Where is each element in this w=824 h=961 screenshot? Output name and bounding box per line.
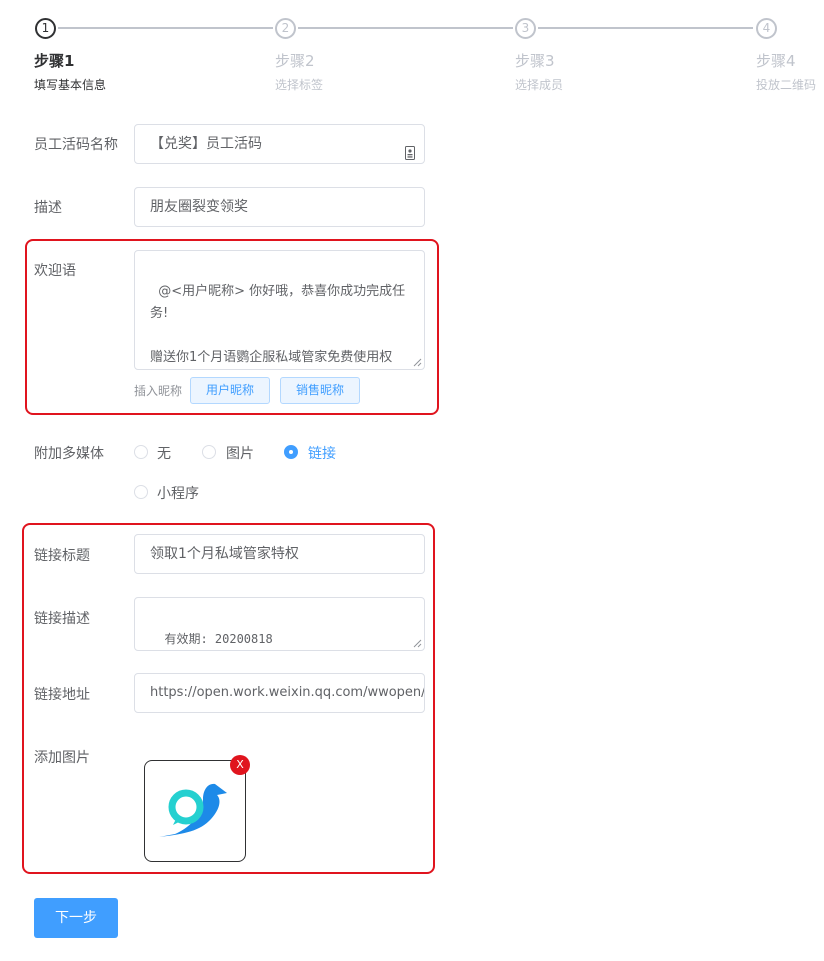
remove-image-button[interactable]: X (230, 755, 250, 775)
step-2-title: 步骤2 (275, 52, 315, 70)
radio-miniprogram[interactable] (134, 485, 148, 499)
resize-handle-icon[interactable] (413, 358, 422, 367)
brand-logo-icon (159, 783, 227, 837)
add-image-label: 添加图片 (34, 750, 90, 766)
insert-sales-nickname-button[interactable]: 销售昵称 (280, 377, 360, 404)
radio-miniprogram-label[interactable]: 小程序 (157, 483, 199, 503)
welcome-textarea[interactable]: @<用户昵称> 你好哦，恭喜你成功完成任务! 赠送你1个月语鹦企服私域管家免费使… (134, 250, 425, 370)
step-1-desc: 填写基本信息 (34, 78, 107, 92)
step-1-title: 步骤1 (34, 52, 75, 70)
step-3-desc: 选择成员 (515, 78, 564, 92)
radio-link[interactable] (284, 445, 298, 459)
link-desc-text: 有效期: 20200818 (164, 632, 273, 646)
link-title-label: 链接标题 (34, 548, 90, 564)
media-label: 附加多媒体 (34, 446, 104, 462)
resize-handle-icon[interactable] (413, 639, 422, 648)
link-title-input[interactable]: 领取1个月私域管家特权 (134, 534, 425, 574)
radio-image-label[interactable]: 图片 (226, 443, 254, 463)
step-connector-1 (58, 27, 273, 29)
insert-nickname-label: 插入昵称 (134, 384, 183, 398)
contact-card-icon (405, 137, 415, 163)
radio-none-label[interactable]: 无 (157, 443, 171, 463)
step-1-circle: 1 (35, 18, 56, 39)
step-connector-3 (538, 27, 753, 29)
radio-none[interactable] (134, 445, 148, 459)
step-4-circle: 4 (756, 18, 777, 39)
welcome-text: @<用户昵称> 你好哦，恭喜你成功完成任务! 赠送你1个月语鹦企服私域管家免费使… (150, 284, 406, 365)
link-url-input[interactable]: https://open.work.weixin.qq.com/wwopen/ (134, 673, 425, 713)
step-2-circle: 2 (275, 18, 296, 39)
step-connector-2 (298, 27, 513, 29)
name-label: 员工活码名称 (34, 137, 118, 153)
name-input[interactable]: 【兑奖】员工活码 (134, 124, 425, 164)
insert-user-nickname-button[interactable]: 用户昵称 (190, 377, 270, 404)
radio-image[interactable] (202, 445, 216, 459)
next-step-button[interactable]: 下一步 (34, 898, 118, 938)
desc-input[interactable]: 朋友圈裂变领奖 (134, 187, 425, 227)
desc-label: 描述 (34, 200, 62, 216)
link-desc-label: 链接描述 (34, 611, 90, 627)
radio-link-label[interactable]: 链接 (308, 443, 336, 463)
name-input-value: 【兑奖】员工活码 (150, 136, 262, 152)
uploaded-image-card[interactable] (144, 760, 246, 862)
step-3-title: 步骤3 (515, 52, 555, 70)
step-2-desc: 选择标签 (275, 78, 324, 92)
step-3-circle: 3 (515, 18, 536, 39)
link-url-label: 链接地址 (34, 687, 90, 703)
step-4-title: 步骤4 (756, 52, 796, 70)
welcome-label: 欢迎语 (34, 263, 76, 279)
step-4-desc: 投放二维码 (756, 78, 817, 92)
link-desc-textarea[interactable]: 有效期: 20200818 (134, 597, 425, 651)
